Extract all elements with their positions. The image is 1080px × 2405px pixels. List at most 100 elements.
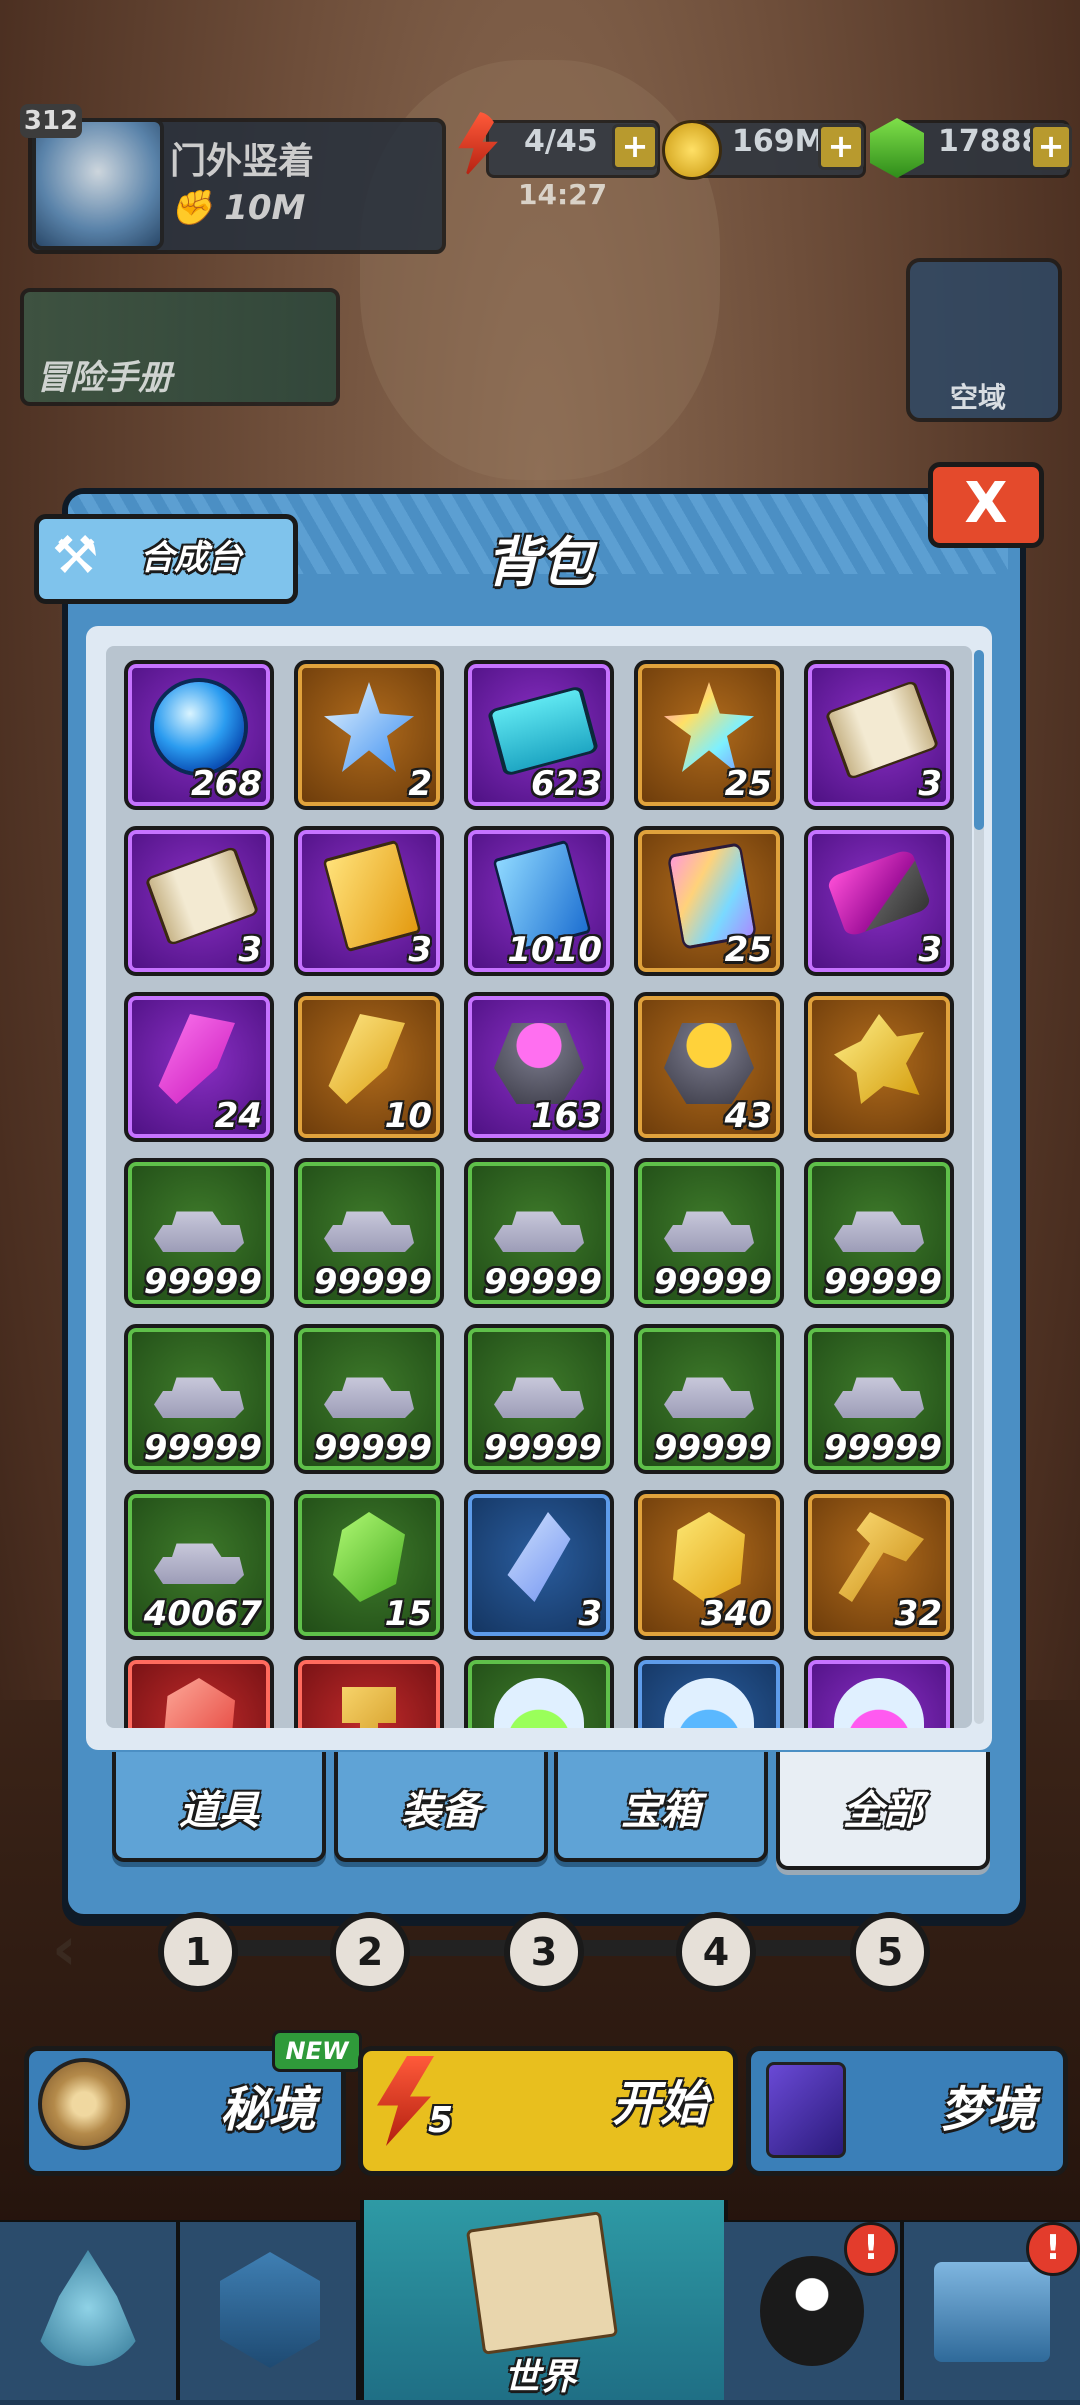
gold-packet-icon [322,839,422,953]
item-count: 2 [408,764,432,804]
item-count: 99999 [143,1428,262,1468]
inventory-grid-area[interactable]: 268 2 623 25 3 3 3 1010 25 3 24 10 163 43 99999 99999 99… [106,646,972,1728]
red-gem-icon [163,1678,235,1728]
green-potion-icon [494,1678,584,1728]
energy-value: 4/45 [524,124,598,159]
item-count: 32 [894,1594,942,1634]
item-count: 99999 [653,1428,772,1468]
item-count: 25 [724,764,772,804]
inventory-item[interactable]: 268 [124,660,274,810]
gold-coin-icon [662,120,722,180]
inventory-item[interactable]: 25 [634,660,784,810]
stage-2[interactable]: 2 [330,1912,410,1992]
item-count: 99999 [313,1428,432,1468]
inventory-item[interactable]: 3 [124,826,274,976]
inventory-grid: 268 2 623 25 3 3 3 1010 25 3 24 10 163 43 99999 99999 99… [124,660,954,1728]
new-badge: NEW [272,2030,362,2072]
silver-ingot-icon [834,1377,924,1418]
power-value: 10M [224,188,306,228]
inventory-item[interactable]: 40067 [124,1490,274,1640]
inventory-item[interactable]: 99999 [804,1324,954,1474]
tab-items[interactable]: 道具 [112,1752,326,1862]
tab-all[interactable]: 全部 [776,1752,990,1870]
inventory-item[interactable]: 340 [634,1490,784,1640]
kongyu-label: 空域 [950,381,1007,414]
inventory-item[interactable] [294,1656,444,1728]
chevron-left-icon[interactable]: ‹ [52,1914,77,1984]
scrollbar-thumb[interactable] [974,650,984,830]
item-count: 163 [531,1096,602,1136]
energy-timer: 14:27 [518,178,608,211]
item-count: 340 [701,1594,772,1634]
inventory-item[interactable]: 99999 [294,1158,444,1308]
start-label: 开始 [612,2076,709,2132]
inventory-item[interactable]: 3 [294,826,444,976]
inventory-item[interactable]: 163 [464,992,614,1142]
item-count: 3 [918,764,942,804]
stage-1[interactable]: 1 [158,1912,238,1992]
inventory-item[interactable]: 623 [464,660,614,810]
inventory-item[interactable]: 43 [634,992,784,1142]
tab-chests[interactable]: 宝箱 [554,1752,768,1862]
blue-star-icon [324,682,414,772]
inventory-item[interactable]: 3 [464,1490,614,1640]
item-count: 623 [531,764,602,804]
inventory-item[interactable]: 99999 [124,1158,274,1308]
tab-equipment[interactable]: 装备 [334,1752,548,1862]
inventory-item[interactable]: 99999 [464,1158,614,1308]
inventory-item[interactable]: 99999 [294,1324,444,1474]
inventory-item[interactable]: 15 [294,1490,444,1640]
inventory-item[interactable]: 24 [124,992,274,1142]
blue-potion-icon [664,1678,754,1728]
silver-ingot-icon [494,1211,584,1252]
tab-all-label: 全部 [843,1788,923,1834]
gold-plus-button[interactable]: + [818,124,864,170]
silver-ingot-icon [664,1377,754,1418]
stage-5[interactable]: 5 [850,1912,930,1992]
inventory-item[interactable]: 25 [634,826,784,976]
inventory-item[interactable]: 99999 [804,1158,954,1308]
character-icon [760,2256,864,2366]
item-count: 3 [238,930,262,970]
inventory-item[interactable]: 3 [804,660,954,810]
shop-icon [934,2262,1050,2362]
alert-badge: ! [1026,2222,1080,2276]
inventory-item[interactable] [634,1656,784,1728]
item-count: 99999 [823,1428,942,1468]
purple-potion-icon [834,1678,924,1728]
inventory-item[interactable] [124,1656,274,1728]
silver-ingot-icon [154,1543,244,1584]
inventory-item[interactable]: 99999 [464,1324,614,1474]
gem-value: 17888 [938,124,1043,159]
blue-orb-icon [154,682,244,772]
tab-items-label: 道具 [179,1788,259,1834]
player-name: 门外竖着 [170,141,315,182]
inventory-item[interactable] [804,992,954,1142]
item-count: 99999 [143,1262,262,1302]
stage-4[interactable]: 4 [676,1912,756,1992]
gold-ore-icon [664,1023,754,1104]
target-icon [38,2058,130,2150]
inventory-item[interactable] [464,1656,614,1728]
inventory-item[interactable]: 3 [804,826,954,976]
item-count: 15 [384,1594,432,1634]
alert-badge: ! [844,2222,898,2276]
inventory-item[interactable]: 99999 [634,1324,784,1474]
panel-title: 背包 [486,531,594,594]
gem-plus-button[interactable]: + [1030,124,1072,170]
inventory-item[interactable] [804,1656,954,1728]
tab-equipment-label: 装备 [401,1788,481,1834]
stage-3[interactable]: 3 [504,1912,584,1992]
inventory-item[interactable]: 32 [804,1490,954,1640]
inventory-item[interactable]: 2 [294,660,444,810]
adventure-manual-label: 冒险手册 [36,358,172,398]
inventory-item[interactable]: 99999 [124,1324,274,1474]
inventory-item[interactable]: 10 [294,992,444,1142]
secret-realm-label: 秘境 [220,2082,317,2138]
inventory-item[interactable]: 99999 [634,1158,784,1308]
inventory-item[interactable]: 1010 [464,826,614,976]
gold-crystal-icon [328,1014,405,1104]
energy-plus-button[interactable]: + [612,124,658,170]
purple-ore-icon [494,1023,584,1104]
tab-chests-label: 宝箱 [621,1788,701,1834]
